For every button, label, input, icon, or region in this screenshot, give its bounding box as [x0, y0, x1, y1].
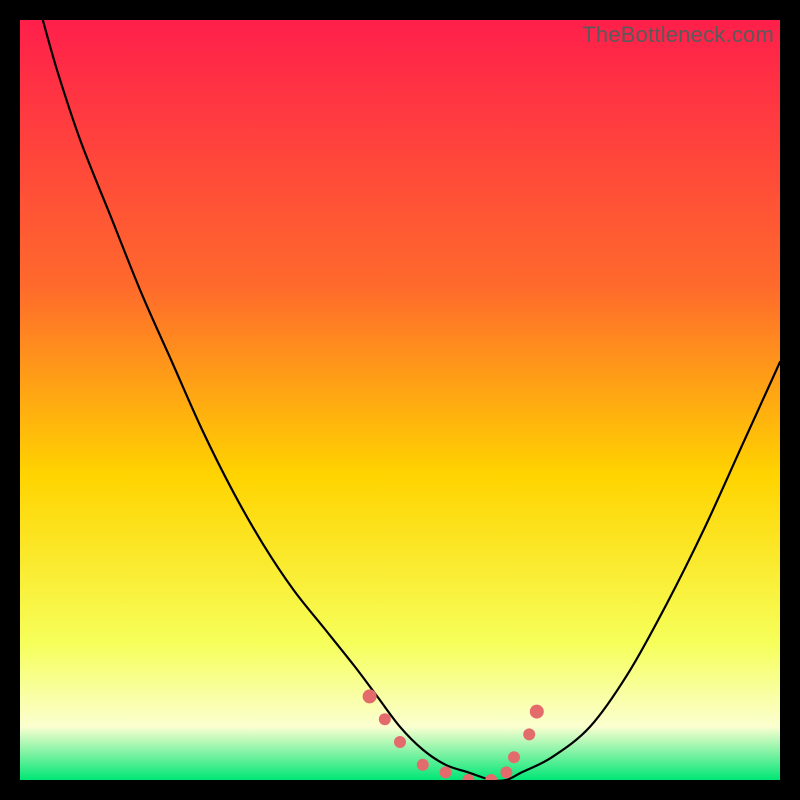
- highlight-point: [417, 759, 429, 771]
- watermark-text: TheBottleneck.com: [582, 22, 774, 48]
- highlight-point: [440, 766, 452, 778]
- gradient-background: [20, 20, 780, 780]
- highlight-point: [530, 705, 544, 719]
- highlight-point: [379, 713, 391, 725]
- plot-area: [20, 20, 780, 780]
- highlight-point: [508, 751, 520, 763]
- highlight-point: [500, 766, 512, 778]
- plot-svg: [20, 20, 780, 780]
- chart-frame: TheBottleneck.com: [20, 20, 780, 780]
- highlight-point: [363, 689, 377, 703]
- highlight-point: [394, 736, 406, 748]
- highlight-point: [523, 728, 535, 740]
